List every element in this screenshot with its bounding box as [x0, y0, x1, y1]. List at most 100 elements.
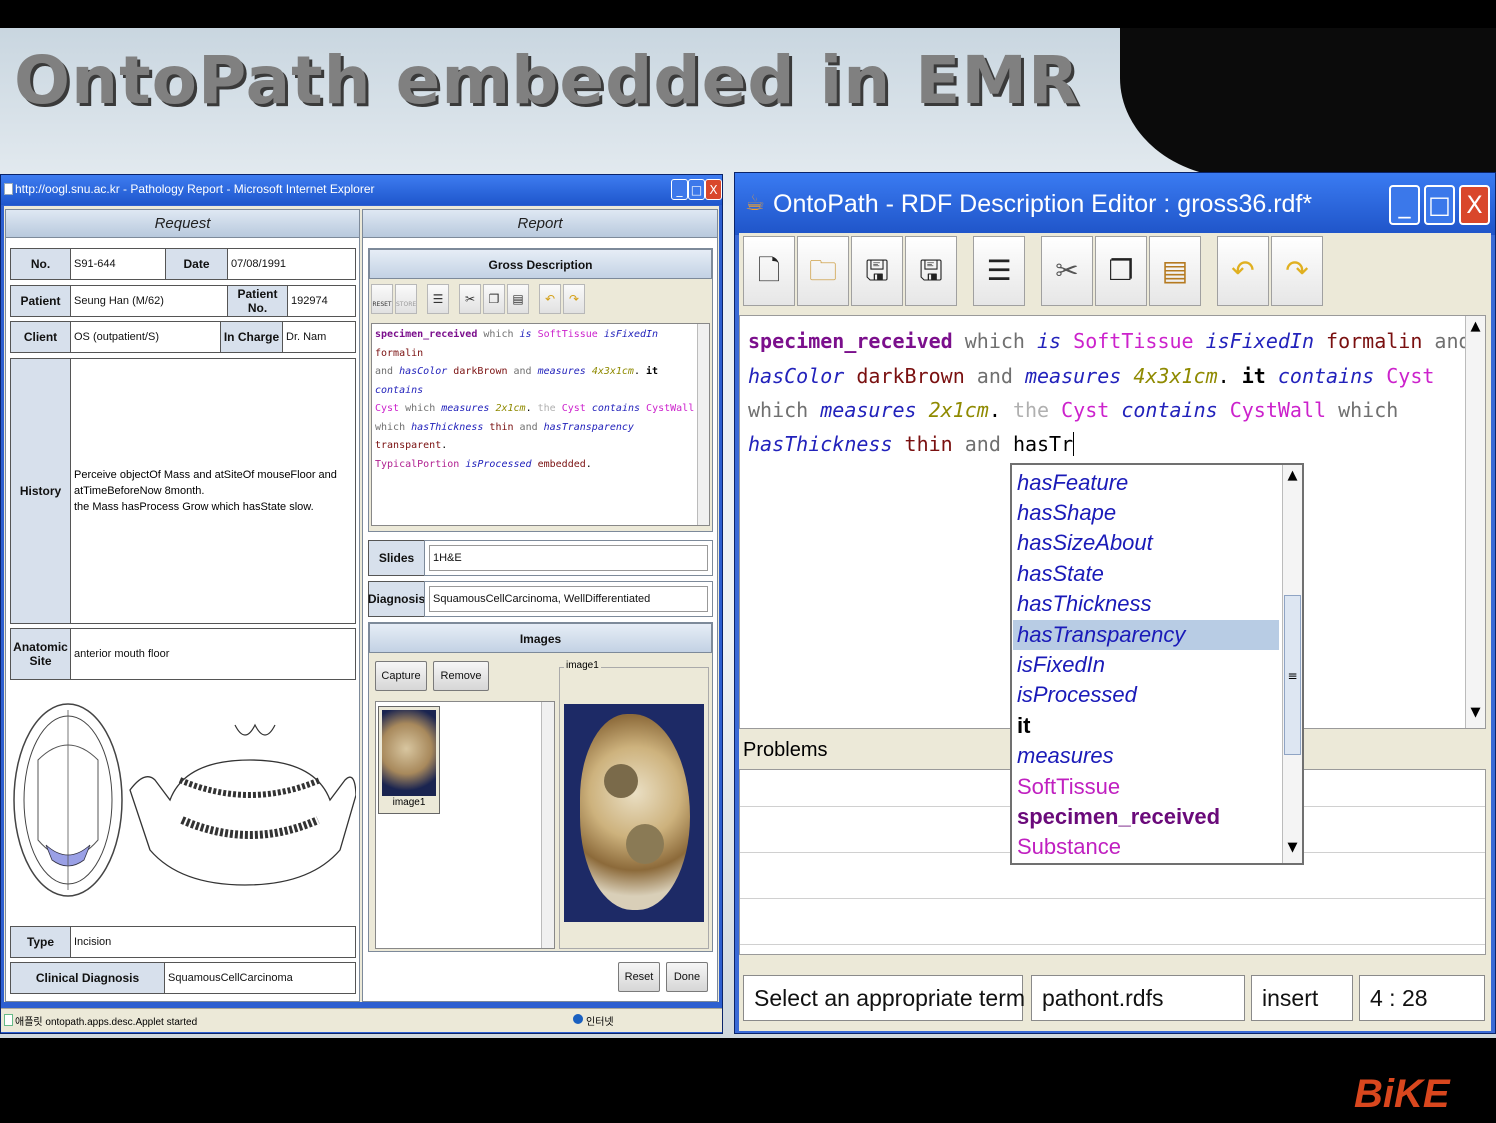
redo-icon[interactable]: ↷	[1271, 236, 1323, 306]
status-position: 4 : 28	[1359, 975, 1485, 1021]
ie-maximize-button[interactable]: □	[688, 179, 705, 200]
slide-corner-decoration	[1120, 28, 1496, 178]
image-preview-group: image1	[559, 660, 709, 949]
scroll-up-arrow[interactable]: ▲	[1285, 468, 1300, 486]
anatomic-site-label: Anatomic Site	[10, 628, 71, 680]
mandible-outline	[129, 759, 356, 886]
autocomplete-item[interactable]: hasState	[1017, 561, 1104, 587]
autocomplete-item[interactable]: hasSizeAbout	[1017, 530, 1153, 556]
op-maximize-button[interactable]: □	[1424, 185, 1455, 225]
no-value: S91-644	[70, 248, 166, 280]
cut-icon[interactable]: ✂	[459, 284, 481, 314]
autocomplete-item[interactable]: hasShape	[1017, 500, 1116, 526]
editor-line: which measures 2x1cm. the Cyst contains …	[748, 398, 1399, 422]
autocomplete-item[interactable]: hasFeature	[1017, 470, 1128, 496]
lip-mark	[234, 723, 276, 736]
slide-title: OntoPath embedded in EMR	[14, 42, 1080, 119]
ie-titlebar[interactable]: http://oogl.snu.ac.kr - Pathology Report…	[1, 175, 722, 205]
ie-page-icon	[4, 183, 13, 195]
diagnosis-field-wrap: SquamousCellCarcinoma, WellDifferentiate…	[424, 581, 713, 617]
ontopath-titlebar[interactable]: ☕ OntoPath - RDF Description Editor : gr…	[735, 173, 1495, 235]
ie-close-button[interactable]: X	[705, 179, 722, 200]
autocomplete-item[interactable]: isFixedIn	[1017, 652, 1105, 678]
new-file-icon[interactable]: 🗋	[743, 236, 795, 306]
scroll-down-arrow[interactable]: ▼	[1285, 840, 1300, 858]
status-message: Select an appropriate term	[743, 975, 1025, 1021]
diagnosis-label: Diagnosis	[368, 581, 425, 617]
editor-line: hasThickness thin and hasTr	[748, 432, 1075, 456]
thumbnail-item[interactable]: image1	[378, 706, 440, 814]
reset-button[interactable]: Reset	[618, 962, 660, 992]
specimen-tissue	[580, 714, 690, 910]
op-close-button[interactable]: X	[1459, 185, 1490, 225]
status-schema: pathont.rdfs	[1031, 975, 1245, 1021]
gross-text-editor[interactable]: specimen_received which is SoftTissue is…	[371, 323, 710, 526]
text-cursor	[1073, 432, 1075, 456]
diagnosis-field[interactable]: SquamousCellCarcinoma, WellDifferentiate…	[429, 586, 708, 612]
images-header: Images	[369, 623, 712, 653]
ie-statusbar: 애플릿 ontopath.apps.desc.Applet started 인터…	[1, 1008, 722, 1032]
clinical-diagnosis-value: SquamousCellCarcinoma	[164, 962, 356, 994]
undo-icon[interactable]: ↶	[1217, 236, 1269, 306]
autocomplete-item[interactable]: it	[1017, 713, 1030, 739]
autocomplete-item[interactable]: specimen_received	[1017, 804, 1220, 830]
copy-icon[interactable]: ❐	[483, 284, 505, 314]
image-preview-label: image1	[564, 660, 601, 671]
copy-icon[interactable]: ❐	[1095, 236, 1147, 306]
history-line: Perceive objectOf Mass and atSiteOf mous…	[74, 469, 337, 481]
autocomplete-item[interactable]: hasThickness	[1017, 591, 1152, 617]
history-line: atTimeBeforeNow 8month.	[74, 485, 205, 497]
paste-icon[interactable]: ▤	[1149, 236, 1201, 306]
clinical-diagnosis-label: Clinical Diagnosis	[10, 962, 165, 994]
gross-description-panel: Gross Description RESET STORE ☰ ✂ ❐ ▤ ↶ …	[368, 248, 713, 532]
autocomplete-item-selected[interactable]: hasTransparency	[1017, 622, 1185, 648]
scroll-up-arrow[interactable]: ▲	[1468, 318, 1483, 336]
slides-field[interactable]: 1H&E	[429, 545, 708, 571]
editor-line: specimen_received which is SoftTissue is…	[748, 329, 1471, 353]
java-cup-icon: ☕	[745, 191, 765, 216]
autocomplete-item[interactable]: SoftTissue	[1017, 774, 1120, 800]
template-icon[interactable]: ☰	[973, 236, 1025, 306]
autocomplete-item[interactable]: measures	[1017, 743, 1114, 769]
history-label: History	[10, 358, 71, 624]
patient-no-label: Patient No.	[227, 285, 288, 317]
cut-icon[interactable]: ✂	[1041, 236, 1093, 306]
scroll-thumb[interactable]: ≡	[1284, 595, 1301, 755]
problems-label: Problems	[743, 739, 828, 761]
slides-label: Slides	[368, 540, 425, 576]
cyst-mark	[626, 824, 664, 864]
redo-icon[interactable]: ↷	[563, 284, 585, 314]
report-panel: Report Gross Description RESET STORE ☰ ✂…	[362, 209, 718, 1002]
anatomic-label-line2: Site	[29, 654, 52, 668]
store-tool-button[interactable]: STORE	[395, 284, 417, 314]
open-folder-icon[interactable]: 🗀	[797, 236, 849, 306]
reset-tool-button[interactable]: RESET	[371, 284, 393, 314]
oral-cavity-diagram[interactable]	[10, 700, 356, 900]
patient-label: Patient	[10, 285, 71, 317]
capture-button[interactable]: Capture	[375, 661, 427, 691]
autocomplete-item[interactable]: isProcessed	[1017, 682, 1137, 708]
scroll-down-arrow[interactable]: ▼	[1468, 704, 1483, 722]
autocomplete-item[interactable]: Substance	[1017, 834, 1121, 860]
gross-description-header: Gross Description	[369, 249, 712, 279]
editor-scrollbar[interactable]: ▲ ▼	[1465, 316, 1485, 728]
save-all-icon[interactable]: 🖫	[905, 236, 957, 306]
done-button[interactable]: Done	[666, 962, 708, 992]
ie-window: http://oogl.snu.ac.kr - Pathology Report…	[0, 174, 723, 1034]
save-icon[interactable]: 🖫	[851, 236, 903, 306]
editor-line: hasColor darkBrown and measures 4x3x1cm.…	[748, 364, 1435, 388]
gross-scrollbar[interactable]	[697, 324, 709, 525]
autocomplete-popup[interactable]: hasFeature hasShape hasSizeAbout hasStat…	[1010, 463, 1304, 865]
ontopath-window-title: OntoPath - RDF Description Editor : gros…	[773, 190, 1313, 218]
request-header: Request	[6, 210, 359, 238]
undo-icon[interactable]: ↶	[539, 284, 561, 314]
autocomplete-scrollbar[interactable]: ▲ ≡ ▼	[1282, 465, 1302, 863]
ie-minimize-button[interactable]: _	[671, 179, 688, 200]
client-label: Client	[10, 321, 71, 353]
thumbnail-scrollbar[interactable]	[541, 702, 554, 948]
patient-value: Seung Han (M/62)	[70, 285, 228, 317]
remove-button[interactable]: Remove	[433, 661, 489, 691]
op-minimize-button[interactable]: _	[1389, 185, 1420, 225]
template-icon[interactable]: ☰	[427, 284, 449, 314]
paste-icon[interactable]: ▤	[507, 284, 529, 314]
